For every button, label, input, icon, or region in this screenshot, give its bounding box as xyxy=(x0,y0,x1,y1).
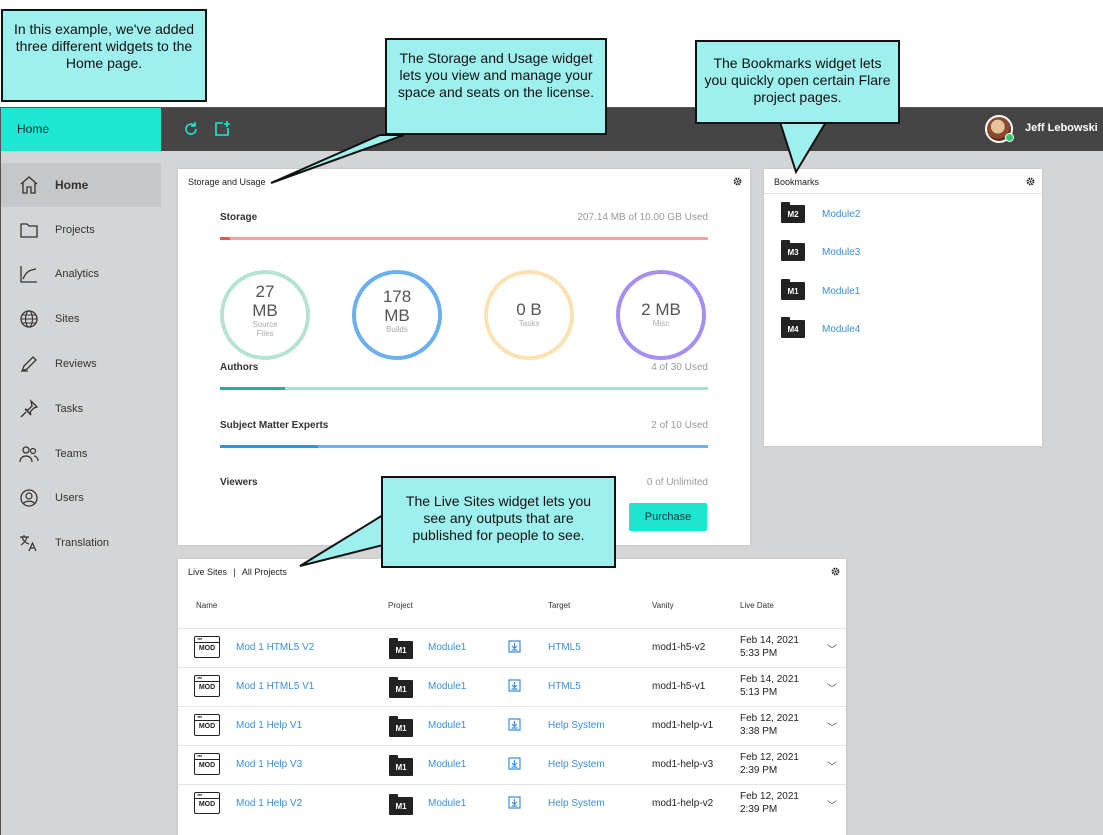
callout-bookmarks: The Bookmarks widget lets you quickly op… xyxy=(695,40,900,124)
callout-storage: The Storage and Usage widget lets you vi… xyxy=(385,38,607,135)
bookmarks-callout-pointer xyxy=(778,121,828,175)
callout-live-sites: The Live Sites widget lets you see any o… xyxy=(381,476,616,568)
live-sites-callout-pointer xyxy=(299,513,384,567)
storage-callout-pointer xyxy=(270,134,405,184)
